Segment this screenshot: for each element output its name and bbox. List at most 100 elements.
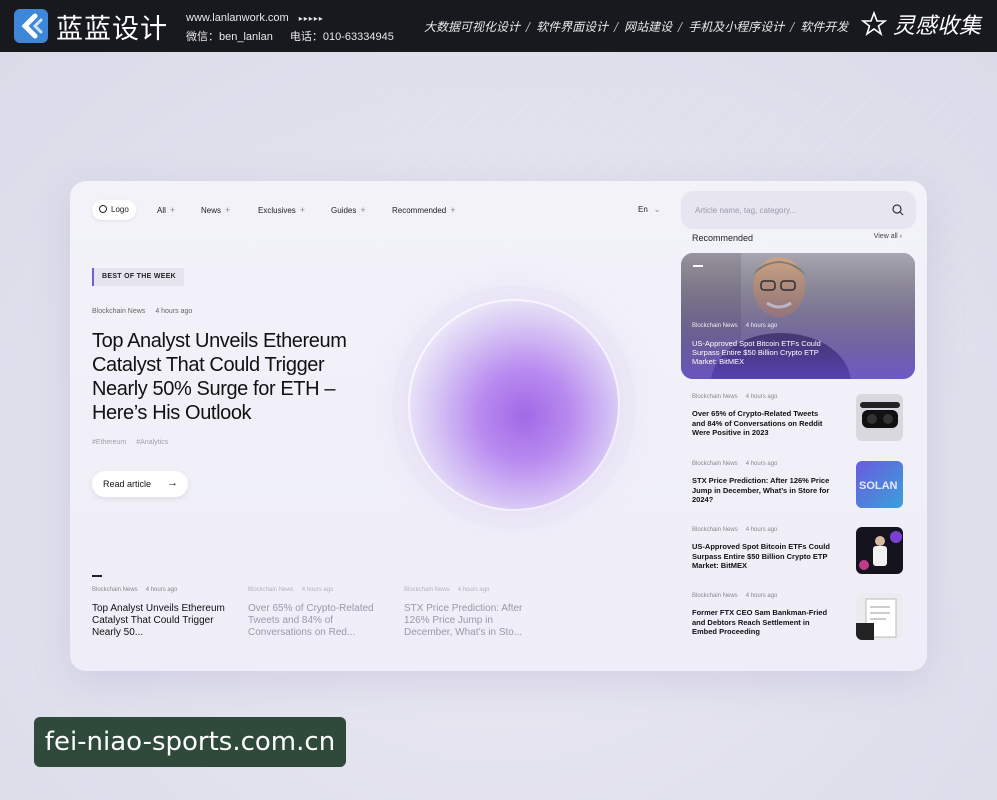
featured-time: 4 hours ago <box>745 323 778 329</box>
separator: / <box>790 20 795 34</box>
plus-icon: + <box>225 205 231 215</box>
article-category: Blockchain News <box>692 461 738 467</box>
separator: / <box>678 20 683 34</box>
nav-item-exclusives[interactable]: Exclusives + <box>251 200 312 220</box>
bottom-article[interactable]: Blockchain News 4 hours ago Over 65% of C… <box>248 587 388 639</box>
article-category: Blockchain News <box>248 587 294 593</box>
search-icon[interactable] <box>892 204 904 216</box>
hero-tags: #Ethereum #Analytics <box>92 439 178 446</box>
nav-label: Exclusives <box>258 206 296 215</box>
featured-title: US-Approved Spot Bitcoin ETFs Could Surp… <box>692 339 821 366</box>
section-dash <box>92 575 102 577</box>
article-category: Blockchain News <box>692 527 738 533</box>
wechat-text: 微信：ben_lanlan <box>186 31 273 43</box>
read-article-button[interactable]: Read article → <box>92 471 188 497</box>
vr-headset-icon <box>856 394 903 441</box>
speaker-thumbnail <box>856 527 903 574</box>
watermark-label: fei-niao-sports.com.cn <box>34 717 346 767</box>
sidebar-article[interactable]: Blockchain News 4 hours ago Former FTX CE… <box>692 593 904 643</box>
top-banner: 蓝蓝设计 www.lanlanwork.com ▸▸▸▸▸ 微信：ben_lanl… <box>0 0 997 52</box>
article-title: Over 65% of Crypto-Related Tweets and 84… <box>692 409 823 437</box>
plus-icon: + <box>450 205 456 215</box>
solana-text: SOLAN <box>859 480 898 492</box>
article-category: Blockchain News <box>92 587 138 593</box>
read-article-label: Read article <box>103 479 152 489</box>
services-list: 大数据可视化设计 / 软件界面设计 / 网站建设 / 手机及小程序设计 / 软件开发 <box>424 18 848 35</box>
glass-orb-graphic <box>408 299 620 511</box>
language-select[interactable]: En ⌄ <box>638 200 661 220</box>
article-time: 4 hours ago <box>145 587 178 593</box>
phone-text: 电话：010-63334945 <box>289 31 394 43</box>
nav-item-guides[interactable]: Guides + <box>324 200 373 220</box>
nav-item-all[interactable]: All + <box>150 200 182 220</box>
sidebar-article[interactable]: Blockchain News 4 hours ago Over 65% of C… <box>692 394 904 444</box>
arrow-right-icon: → <box>167 477 178 489</box>
news-site-mockup: Logo All + News + Exclusives + Guides + Reco… <box>70 181 927 671</box>
article-time: 4 hours ago <box>457 587 490 593</box>
plus-icon: + <box>169 205 176 215</box>
sidebar-article[interactable]: Blockchain News 4 hours ago US-Approved S… <box>692 527 904 577</box>
featured-article-card[interactable]: Blockchain News 4 hours ago US-Approved S… <box>681 253 915 379</box>
article-category: Blockchain News <box>692 593 738 599</box>
sidebar-article[interactable]: Blockchain News 4 hours ago STX Price Pre… <box>692 461 904 511</box>
chevron-right-icon: › <box>899 233 902 240</box>
vr-headset-thumbnail <box>856 394 903 441</box>
solana-thumbnail: SOLAN <box>856 461 903 508</box>
tag-link[interactable]: #Analytics <box>136 439 168 446</box>
nav-label: All <box>157 206 166 215</box>
website-link[interactable]: www.lanlanwork.com <box>186 12 289 24</box>
separator: / <box>526 20 531 34</box>
article-title: STX Price Prediction: After 126% Price J… <box>404 603 523 638</box>
sidebar-header: Recommended View all › <box>692 233 902 243</box>
nav-item-news[interactable]: News + <box>194 200 237 220</box>
hero-meta: Blockchain News 4 hours ago <box>92 308 202 315</box>
article-title: US-Approved Spot Bitcoin ETFs Could Surp… <box>692 542 830 570</box>
article-time: 4 hours ago <box>745 593 778 599</box>
service-item[interactable]: 网站建设 <box>624 20 672 34</box>
inspire-label: 灵感收集 <box>892 14 981 39</box>
sidebar-heading: Recommended <box>692 233 754 243</box>
service-item[interactable]: 软件界面设计 <box>536 20 608 34</box>
article-title: STX Price Prediction: After 126% Price J… <box>692 476 830 504</box>
service-item[interactable]: 手机及小程序设计 <box>688 20 784 34</box>
service-item[interactable]: 软件开发 <box>800 20 848 34</box>
bottom-article[interactable]: Blockchain News 4 hours ago Top Analyst U… <box>92 587 232 639</box>
nav-item-recommended[interactable]: Recommended + <box>385 200 463 220</box>
view-all-link[interactable]: View all › <box>874 233 902 240</box>
tag-link[interactable]: #Ethereum <box>92 439 126 446</box>
search-box <box>681 191 916 229</box>
article-title: Top Analyst Unveils Ethereum Catalyst Th… <box>92 603 225 638</box>
contact-info: www.lanlanwork.com ▸▸▸▸▸ 微信：ben_lanlan 电话… <box>186 9 408 46</box>
logo-pill[interactable]: Logo <box>92 200 136 220</box>
site-navbar: Logo All + News + Exclusives + Guides + Reco… <box>70 181 927 237</box>
hero-category[interactable]: Blockchain News <box>92 308 145 315</box>
brand-logo-icon <box>14 9 48 43</box>
plus-icon: + <box>360 205 366 215</box>
view-all-label: View all <box>873 233 898 240</box>
bottom-article[interactable]: Blockchain News 4 hours ago STX Price Pre… <box>404 587 544 639</box>
article-category: Blockchain News <box>404 587 450 593</box>
solana-logo-icon: SOLAN <box>856 461 903 508</box>
article-category: Blockchain News <box>692 394 738 400</box>
speaker-photo <box>856 527 903 574</box>
separator: / <box>614 20 619 34</box>
search-input[interactable] <box>693 191 883 229</box>
service-item[interactable]: 大数据可视化设计 <box>424 20 520 34</box>
etf-document-thumbnail <box>856 593 903 640</box>
language-value: En <box>638 205 648 214</box>
star-icon <box>860 11 887 37</box>
featured-meta: Blockchain News 4 hours ago <box>692 323 785 329</box>
logo-label: Logo <box>111 205 129 214</box>
article-meta: Blockchain News 4 hours ago <box>92 587 232 593</box>
article-title: Over 65% of Crypto-Related Tweets and 84… <box>248 603 374 638</box>
nav-label: Guides <box>331 206 357 215</box>
hero-title[interactable]: Top Analyst Unveils Ethereum Catalyst Th… <box>92 329 382 425</box>
document-icon <box>856 593 903 640</box>
featured-category: Blockchain News <box>692 323 738 329</box>
hero-time: 4 hours ago <box>155 308 193 315</box>
article-meta: Blockchain News 4 hours ago <box>248 587 388 593</box>
article-time: 4 hours ago <box>745 461 778 467</box>
nav-label: Recommended <box>392 206 447 215</box>
inspire-collection[interactable]: 灵感收集 <box>860 8 981 40</box>
nav-label: News <box>201 206 222 215</box>
